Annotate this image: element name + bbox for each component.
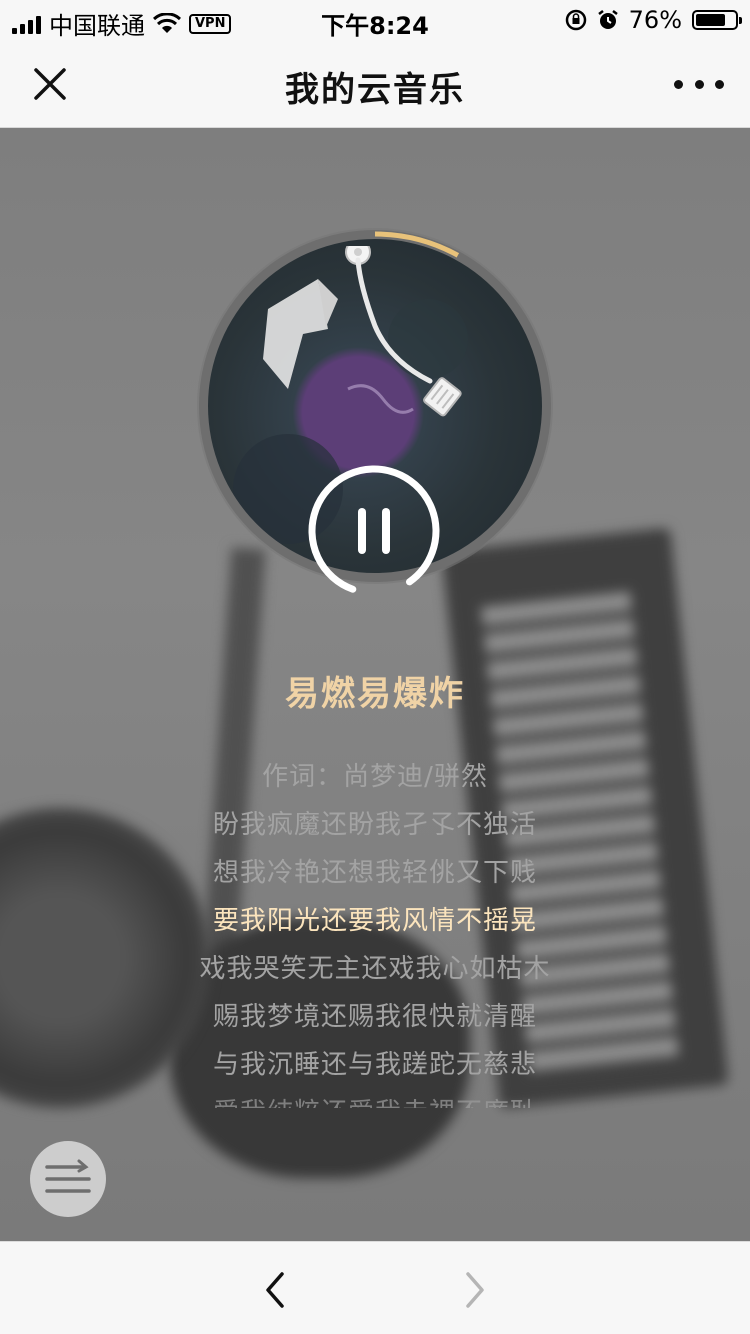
lyric-line: 盼我疯魔还盼我孑孓不独活 xyxy=(212,810,537,840)
alarm-icon xyxy=(597,10,618,29)
tonearm xyxy=(345,246,462,417)
player-area: 易燃易爆炸 作词：尚梦迪/骈然盼我疯魔还盼我孑孓不独活 想我冷艳还想我轻佻又下贱要… xyxy=(0,128,750,1241)
song-title: 易燃易爆炸 xyxy=(285,674,465,714)
lyric-line: 与我沉睡还与我蹉跎无慈悲 xyxy=(212,1050,537,1080)
battery-icon xyxy=(692,10,742,30)
nav-bar: 我的云音乐 xyxy=(0,40,750,128)
playlist-button[interactable] xyxy=(30,1141,106,1217)
lyric-line: 爱我纯粹还爱我赤裸不廉耻 xyxy=(0,1089,750,1108)
lyric-line: 戏我哭笑无主还戏我心如枯木 xyxy=(199,954,551,984)
page-title: 我的云音乐 xyxy=(285,70,465,110)
lyrics-panel[interactable]: 作词：尚梦迪/骈然盼我疯魔还盼我孑孓不独活 想我冷艳还想我轻佻又下贱 要我阳光还要我… xyxy=(0,753,750,1108)
bottom-toolbar xyxy=(0,1241,750,1334)
battery-percent: 76% xyxy=(628,6,682,34)
status-right: 76% xyxy=(565,6,742,34)
more-options-icon[interactable] xyxy=(674,62,724,106)
rotation-lock-icon xyxy=(565,9,586,31)
pause-button[interactable] xyxy=(303,460,445,602)
lyric-line: 作词：尚梦迪/骈然 xyxy=(262,762,488,792)
lyric-line: 想我冷艳还想我轻佻又下贱 xyxy=(212,858,537,888)
status-bar: 中国联通 VPN 下午8:24 76% xyxy=(0,0,750,40)
playlist-icon xyxy=(45,1159,91,1193)
back-arrow-icon[interactable] xyxy=(254,1268,298,1312)
current-lyric-line: 要我阳光还要我风情不摇晃 xyxy=(212,906,537,936)
forward-arrow-icon[interactable] xyxy=(452,1268,496,1312)
lyric-line: 赐我梦境还赐我很快就清醒 xyxy=(212,1002,537,1032)
